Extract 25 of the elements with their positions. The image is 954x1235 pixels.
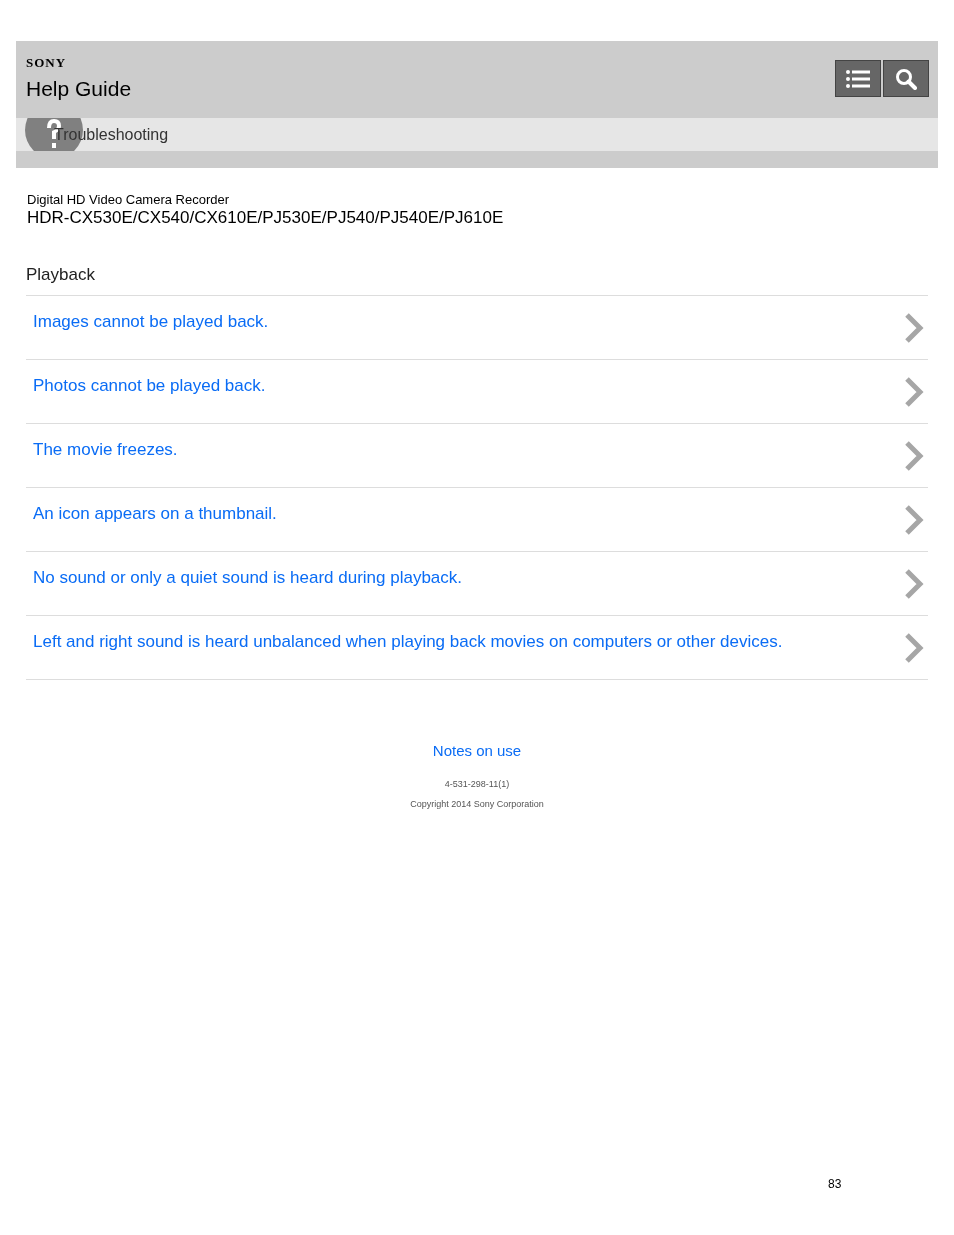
list-icon xyxy=(845,67,871,90)
document-code: 4-531-298-11(1) xyxy=(444,779,510,789)
topic-link[interactable]: Images cannot be played back. xyxy=(33,312,269,332)
menu-button[interactable] xyxy=(835,60,881,97)
chevron-right-icon[interactable] xyxy=(904,632,924,664)
topic-link[interactable]: Left and right sound is heard unbalanced when playing back movies on computers or other devices. xyxy=(33,632,783,652)
page-number: 83 xyxy=(828,1177,842,1191)
model-numbers: HDR-CX530E/CX540/CX610E/PJ530E/PJ540/PJ540E/PJ610E xyxy=(27,208,505,228)
chevron-right-icon[interactable] xyxy=(904,440,924,472)
topic-link[interactable]: The movie freezes. xyxy=(33,440,178,460)
brand-logo: SONY xyxy=(26,55,68,71)
search-button[interactable] xyxy=(883,60,929,97)
chevron-right-icon[interactable] xyxy=(904,312,924,344)
product-name: Digital HD Video Camera Recorder xyxy=(27,192,231,207)
topic-link[interactable]: No sound or only a quiet sound is heard during playback. xyxy=(33,568,463,588)
copyright-text: Copyright 2014 Sony Corporation xyxy=(410,799,544,809)
notes-link[interactable]: Notes on use xyxy=(432,742,522,759)
section-title: Playback xyxy=(26,265,928,296)
search-icon xyxy=(895,67,917,90)
topic-link[interactable]: Photos cannot be played back. xyxy=(33,376,266,396)
help-guide-title: Help Guide xyxy=(26,77,132,101)
topic-link[interactable]: An icon appears on a thumbnail. xyxy=(33,504,277,524)
chevron-right-icon[interactable] xyxy=(904,504,924,536)
chevron-right-icon[interactable] xyxy=(904,376,924,408)
chevron-right-icon[interactable] xyxy=(904,568,924,600)
